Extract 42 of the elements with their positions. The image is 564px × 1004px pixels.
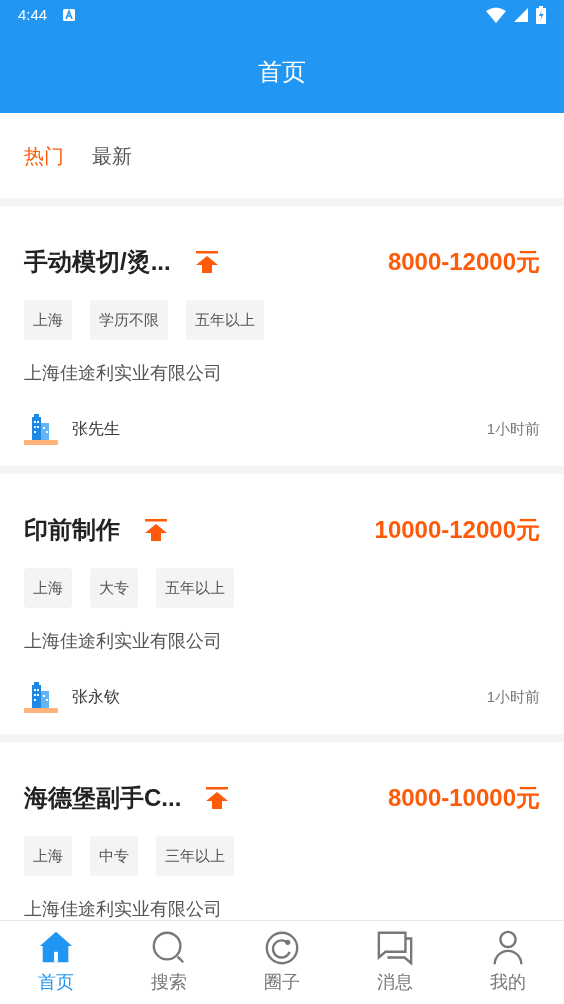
tab[interactable]: 热门 [24,140,64,171]
status-time: 4:44 [18,4,48,25]
job-card[interactable]: 手动模切/烫... 8000-12000元 上海 学历不限 五年以上 上海佳途利实业有限公司 张先生 1小时前 [0,206,564,466]
building-icon [24,681,58,713]
nav-tab[interactable]: 圈子 [225,921,339,1004]
job-tag: 五年以上 [156,568,234,608]
job-title: 印前制作 [24,515,120,545]
job-tag: 大专 [90,568,138,608]
company-name: 上海佳途利实业有限公司 [24,898,223,920]
message-icon [375,929,414,967]
job-tag: 上海 [24,836,72,876]
company-name: 上海佳途利实业有限公司 [24,630,223,653]
job-tag: 上海 [24,568,72,608]
signal-icon [514,8,528,22]
circle-icon [263,929,301,967]
job-tag: 三年以上 [156,836,234,876]
notification-icon [63,9,76,21]
job-tag: 学历不限 [90,300,168,340]
job-card[interactable]: 海德堡副手C... 8000-10000元 上海 中专 三年以上 上海佳途利实业有限公司 [0,742,564,920]
company-name: 上海佳途利实业有限公司 [24,362,223,385]
job-card[interactable]: 印前制作 10000-12000元 上海 大专 五年以上 上海佳途利实业有限公司 张永钦 1小时前 [0,474,564,734]
nav-tab[interactable]: 搜索 [112,921,226,1004]
post-time: 1小时前 [486,418,540,439]
wifi-icon [486,7,506,23]
page-title: 首页 [258,56,306,87]
job-tag: 上海 [24,300,72,340]
nav-tab[interactable]: 首页 [0,921,113,1004]
job-title: 手动模切/烫... [24,247,171,277]
contact-name: 张永钦 [72,687,120,707]
nav-tab[interactable]: 我的 [451,921,564,1004]
tab[interactable]: 最新 [92,140,132,171]
nav-tab[interactable]: 消息 [338,921,452,1004]
job-tag: 中专 [90,836,138,876]
salary: 8000-12000元 [387,247,540,277]
job-tag: 五年以上 [186,300,264,340]
salary: 8000-10000元 [387,783,540,813]
building-icon [24,413,58,445]
contact-name: 张先生 [72,419,120,439]
post-time: 1小时前 [486,686,540,707]
salary: 10000-12000元 [374,515,540,545]
job-title: 海德堡副手C... [24,783,182,813]
battery-icon [536,6,546,24]
